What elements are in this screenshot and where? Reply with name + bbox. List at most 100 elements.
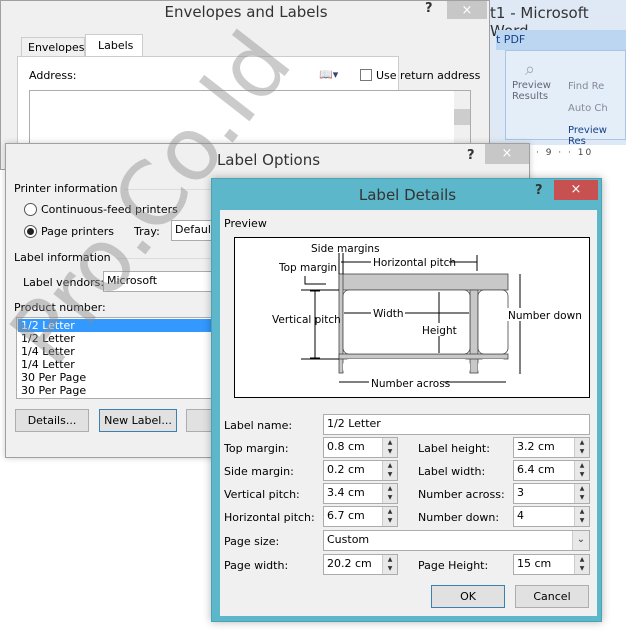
label-vendors-select[interactable]: Microsoft <box>103 271 223 292</box>
use-return-address-label: Use return address <box>376 69 481 82</box>
horizontal-pitch-label: Horizontal pitch: <box>224 511 315 524</box>
number-across-stepper[interactable]: 3 ▲ ▼ <box>513 483 590 504</box>
cancel-button[interactable]: Cancel <box>515 585 589 608</box>
page-printers-radio[interactable] <box>24 225 37 238</box>
top-margin-label: Top margin: <box>224 442 289 455</box>
chevron-down-icon[interactable]: ⌄ <box>572 531 589 550</box>
number-down-stepper[interactable]: 4 ▲ ▼ <box>513 506 590 527</box>
ribbon-tab[interactable]: t PDF <box>496 30 626 50</box>
find-recipient-button[interactable]: Find Re <box>568 81 604 92</box>
auto-check-button[interactable]: Auto Ch <box>568 103 608 114</box>
spin-arrows-icon[interactable]: ▲ ▼ <box>574 438 589 457</box>
details-button[interactable]: Details... <box>15 409 89 432</box>
page-printers-label: Page printers <box>41 225 114 238</box>
spin-arrows-icon[interactable]: ▲ ▼ <box>574 555 589 574</box>
side-margin-label: Side margin: <box>224 465 294 478</box>
label-vendors-label: Label vendors: <box>23 276 105 289</box>
middle-bar <box>469 289 479 374</box>
magnifier-icon: ⌕ <box>524 59 536 80</box>
page-width-label: Page width: <box>224 559 289 572</box>
side-margin-stepper[interactable]: 0.2 cm ▲ ▼ <box>323 460 398 481</box>
preview-heading: Preview <box>224 217 267 230</box>
vertical-pitch-text: Vertical pitch <box>272 314 341 326</box>
list-item[interactable]: 1/2 Letter <box>18 319 224 332</box>
vertical-pitch-stepper[interactable]: 3.4 cm ▲ ▼ <box>323 483 398 504</box>
horizontal-pitch-stepper[interactable]: 6.7 cm ▲ ▼ <box>323 506 398 527</box>
horizontal-pitch-text: Horizontal pitch <box>373 257 456 269</box>
list-item[interactable]: 30 Per Page <box>18 384 224 397</box>
use-return-address-checkbox[interactable] <box>360 69 372 81</box>
value: 6.7 cm <box>327 509 365 522</box>
dialog-title: Label Options <box>216 151 321 169</box>
product-number-list[interactable]: 1/2 Letter 1/2 Letter 1/4 Letter 1/4 Let… <box>16 317 226 399</box>
spin-arrows-icon[interactable]: ▲ ▼ <box>382 555 397 574</box>
new-label-button[interactable]: New Label... <box>99 409 177 432</box>
bottom-band <box>338 353 509 360</box>
list-item[interactable]: 1/4 Letter <box>18 345 224 358</box>
address-book-icon[interactable]: 📖▾ <box>319 68 338 81</box>
ok-button[interactable]: OK <box>431 585 505 608</box>
spin-arrows-icon[interactable]: ▲ ▼ <box>382 461 397 480</box>
page-size-select[interactable]: Custom ⌄ <box>323 530 590 551</box>
label-width-label: Label width: <box>418 465 486 478</box>
value: 0.2 cm <box>327 463 365 476</box>
page-size-label: Page size: <box>224 535 280 548</box>
dialog-title: Envelopes and Labels <box>164 3 328 21</box>
help-button[interactable]: ? <box>535 183 543 198</box>
tab-labels[interactable]: Labels <box>85 34 143 57</box>
value: 3.4 cm <box>327 486 365 499</box>
address-label: Address: <box>29 69 77 82</box>
value: 15 cm <box>517 557 552 570</box>
width-text: Width <box>373 308 404 320</box>
preview-results-button[interactable]: ⌕ Preview Results <box>512 59 551 102</box>
help-button[interactable]: ? <box>467 148 475 163</box>
help-button[interactable]: ? <box>425 1 433 16</box>
value: Custom <box>327 533 370 546</box>
value: 3.2 cm <box>517 440 555 453</box>
tab-envelopes[interactable]: Envelopes <box>21 37 85 57</box>
label-name-label: Label name: <box>224 419 293 432</box>
number-across-label: Number across: <box>418 488 505 501</box>
preview-box: Side margins Horizontal pitch Top margin… <box>234 237 590 398</box>
spin-arrows-icon[interactable]: ▲ ▼ <box>382 484 397 503</box>
label-width-stepper[interactable]: 6.4 cm ▲ ▼ <box>513 460 590 481</box>
value: 4 <box>517 509 524 522</box>
close-button[interactable]: × <box>447 1 487 19</box>
top-margin-arrow <box>304 276 326 285</box>
label-shape <box>342 289 471 355</box>
spin-arrows-icon[interactable]: ▲ ▼ <box>382 438 397 457</box>
vertical-pitch-label: Vertical pitch: <box>224 488 300 501</box>
continuous-feed-radio[interactable] <box>24 203 37 216</box>
value: 6.4 cm <box>517 463 555 476</box>
value: 20.2 cm <box>327 557 372 570</box>
number-down-label: Number down: <box>418 511 500 524</box>
page-width-stepper[interactable]: 20.2 cm ▲ ▼ <box>323 554 398 575</box>
list-item[interactable]: 30 Per Page <box>18 371 224 384</box>
number-down-text: Number down <box>508 310 582 322</box>
close-button[interactable]: × <box>554 180 598 200</box>
list-item[interactable]: 1/2 Letter <box>18 332 224 345</box>
ruler: · 9 · · 10 <box>530 145 626 170</box>
label-height-label: Label height: <box>418 442 490 455</box>
spin-arrows-icon[interactable]: ▲ ▼ <box>574 484 589 503</box>
dialog-title: Label Details <box>358 186 457 204</box>
value: 3 <box>517 486 524 499</box>
list-item[interactable]: 1/4 Letter <box>18 358 224 371</box>
top-margin-stepper[interactable]: 0.8 cm ▲ ▼ <box>323 437 398 458</box>
label-row-band <box>338 273 509 291</box>
label-name-input[interactable]: 1/2 Letter <box>323 414 590 435</box>
value: 0.8 cm <box>327 440 365 453</box>
spin-arrows-icon[interactable]: ▲ ▼ <box>382 507 397 526</box>
printer-information-heading: Printer information <box>14 182 243 195</box>
page-height-stepper[interactable]: 15 cm ▲ ▼ <box>513 554 590 575</box>
label-height-stepper[interactable]: 3.2 cm ▲ ▼ <box>513 437 590 458</box>
number-across-text: Number across <box>371 378 450 390</box>
spin-arrows-icon[interactable]: ▲ ▼ <box>574 461 589 480</box>
close-button[interactable]: × <box>485 144 529 164</box>
label-information-heading: Label information <box>14 251 236 264</box>
label-shape-next <box>477 289 509 355</box>
page-height-label: Page Height: <box>418 559 489 572</box>
preview-results-group: ⌕ Preview Results Find Re Auto Ch Previe… <box>505 50 626 147</box>
label-diagram: Side margins Horizontal pitch Top margin… <box>272 243 582 390</box>
spin-arrows-icon[interactable]: ▲ ▼ <box>574 507 589 526</box>
